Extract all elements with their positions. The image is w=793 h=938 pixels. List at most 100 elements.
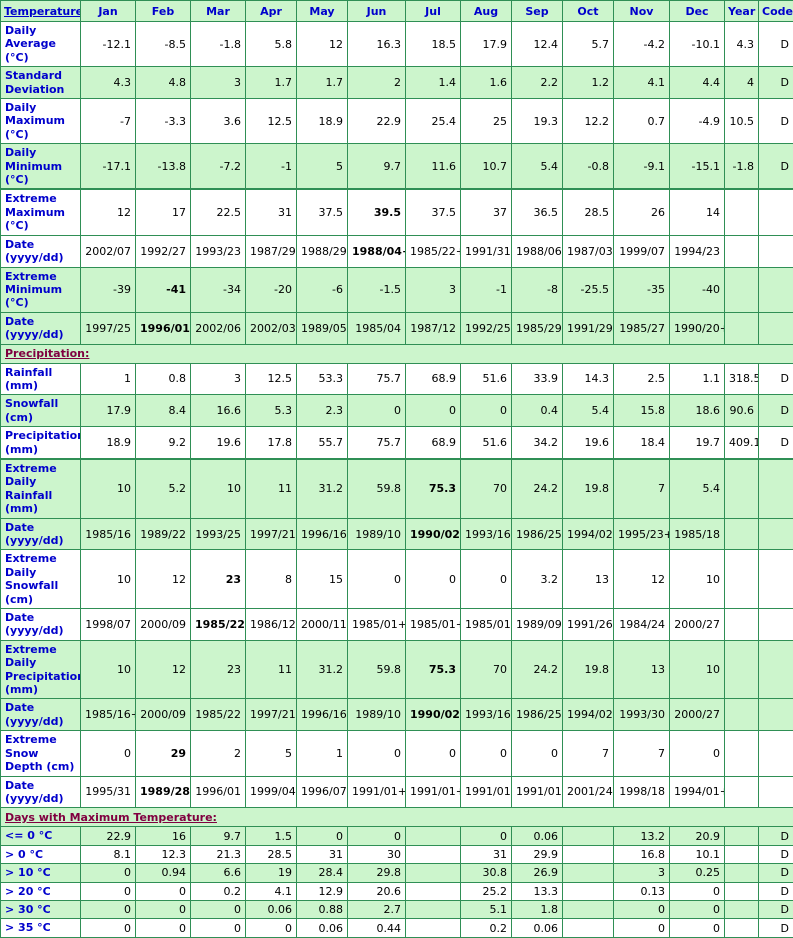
cell-value: 51.6 xyxy=(461,363,512,395)
cell-value: 1997/21 xyxy=(246,518,297,550)
cell-value: 1985/16+ xyxy=(81,699,136,731)
cell-value: 2.2 xyxy=(512,67,563,99)
cell-value: 24.2 xyxy=(512,459,563,518)
cell-value: 0 xyxy=(297,827,348,845)
cell-value: 1991/01+ xyxy=(348,776,406,808)
table-row: Rainfall (mm)10.8312.553.375.768.951.633… xyxy=(1,363,793,395)
table-row: Date (yyyy/dd)2002/071992/271993/231987/… xyxy=(1,235,793,267)
cell-value: 19.3 xyxy=(512,99,563,144)
cell-value: 1985/18 xyxy=(670,518,725,550)
cell-value: 0 xyxy=(348,827,406,845)
cell-value: 70 xyxy=(461,640,512,699)
cell-value: 15 xyxy=(297,550,348,609)
cell-value xyxy=(725,640,759,699)
cell-value: 0 xyxy=(348,731,406,776)
cell-value: 25.2 xyxy=(461,882,512,900)
cell-value: 1991/26 xyxy=(563,609,614,641)
cell-value xyxy=(725,189,759,235)
cell-value: -40 xyxy=(670,267,725,312)
cell-value: 1.8 xyxy=(512,900,563,918)
cell-value: -1 xyxy=(246,144,297,190)
cell-value xyxy=(725,845,759,863)
cell-code xyxy=(759,776,793,808)
cell-value: -8.5 xyxy=(136,22,191,67)
cell-code xyxy=(759,189,793,235)
cell-value: 1990/02 xyxy=(406,518,461,550)
cell-value xyxy=(406,864,461,882)
cell-value: 15.8 xyxy=(614,395,670,427)
cell-value: -17.1 xyxy=(81,144,136,190)
cell-value: 4.3 xyxy=(81,67,136,99)
cell-value: 0.8 xyxy=(136,363,191,395)
cell-value: 1997/21 xyxy=(246,699,297,731)
cell-value: 4.3 xyxy=(725,22,759,67)
cell-value xyxy=(725,731,759,776)
cell-code: D xyxy=(759,427,793,459)
cell-value xyxy=(406,827,461,845)
table-row: > 10 °C00.946.61928.429.830.826.930.25D xyxy=(1,864,793,882)
cell-value: 10 xyxy=(81,640,136,699)
cell-value: 1992/27 xyxy=(136,235,191,267)
cell-code xyxy=(759,459,793,518)
cell-value: 1994/23 xyxy=(670,235,725,267)
table-row: Date (yyyy/dd)1985/161989/221993/251997/… xyxy=(1,518,793,550)
cell-value: 5.1 xyxy=(461,900,512,918)
cell-value: 0 xyxy=(461,827,512,845)
cell-value: 0.7 xyxy=(614,99,670,144)
cell-value: 1995/31 xyxy=(81,776,136,808)
cell-value: 12.4 xyxy=(512,22,563,67)
cell-value: -8 xyxy=(512,267,563,312)
cell-value: 1985/04 xyxy=(348,312,406,344)
cell-value: 1994/02 xyxy=(563,518,614,550)
cell-value: 1991/01+ xyxy=(406,776,461,808)
cell-value: 0.25 xyxy=(670,864,725,882)
cell-value: 20.9 xyxy=(670,827,725,845)
cell-value xyxy=(725,919,759,937)
cell-value: 26 xyxy=(614,189,670,235)
cell-value xyxy=(406,882,461,900)
cell-value: 2001/24+ xyxy=(563,776,614,808)
cell-value: -10.1 xyxy=(670,22,725,67)
cell-value xyxy=(725,312,759,344)
cell-code xyxy=(759,235,793,267)
row-label: > 10 °C xyxy=(1,864,81,882)
cell-value: 25 xyxy=(461,99,512,144)
table-row: Extreme Maximum (°C)121722.53137.539.537… xyxy=(1,189,793,235)
row-label: > 0 °C xyxy=(1,845,81,863)
cell-value: 2.5 xyxy=(614,363,670,395)
cell-value: 1995/23+ xyxy=(614,518,670,550)
cell-value: 22.5 xyxy=(191,189,246,235)
cell-value: -25.5 xyxy=(563,267,614,312)
cell-value: 2000/11 xyxy=(297,609,348,641)
cell-value: 11 xyxy=(246,640,297,699)
cell-value: 1989/22 xyxy=(136,518,191,550)
cell-value: -6 xyxy=(297,267,348,312)
cell-value: 14 xyxy=(670,189,725,235)
cell-value: -15.1 xyxy=(670,144,725,190)
cell-value: 19.8 xyxy=(563,640,614,699)
cell-value: 0 xyxy=(191,919,246,937)
row-label: Date (yyyy/dd) xyxy=(1,609,81,641)
cell-value: 0 xyxy=(81,882,136,900)
cell-value: 37 xyxy=(461,189,512,235)
cell-value xyxy=(725,518,759,550)
cell-value: 1.5 xyxy=(246,827,297,845)
cell-value: 1989/28 xyxy=(136,776,191,808)
cell-value: 8 xyxy=(246,550,297,609)
cell-code xyxy=(759,267,793,312)
cell-value: 0 xyxy=(348,550,406,609)
cell-value: 1989/05+ xyxy=(297,312,348,344)
cell-code xyxy=(759,550,793,609)
section-title: Days with Maximum Temperature: xyxy=(1,808,793,827)
cell-value: 2000/09 xyxy=(136,609,191,641)
row-label: Precipitation (mm) xyxy=(1,427,81,459)
cell-value: 1985/22+ xyxy=(406,235,461,267)
cell-value: 19.8 xyxy=(563,459,614,518)
row-label: Snowfall (cm) xyxy=(1,395,81,427)
cell-value: 10.5 xyxy=(725,99,759,144)
cell-value: 10 xyxy=(81,459,136,518)
row-label: Date (yyyy/dd) xyxy=(1,699,81,731)
cell-value: 0.06 xyxy=(246,900,297,918)
cell-value: 16.8 xyxy=(614,845,670,863)
cell-value: 0.94 xyxy=(136,864,191,882)
